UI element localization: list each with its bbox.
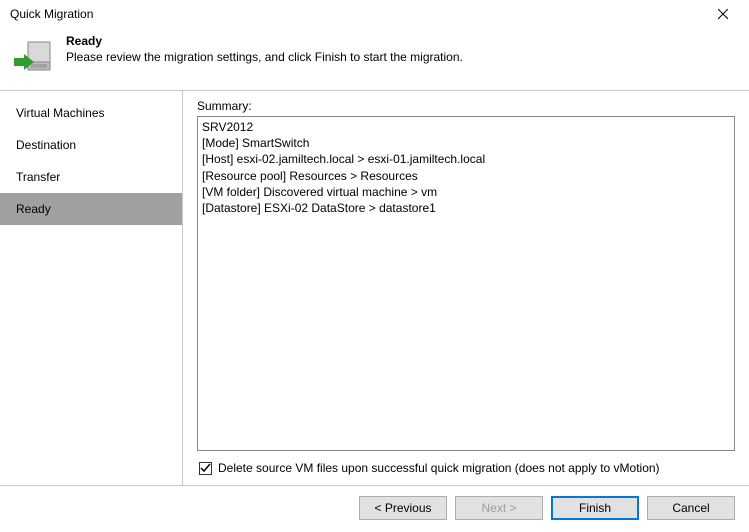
header: Ready Please review the migration settin… <box>0 28 749 90</box>
header-subtitle: Please review the migration settings, an… <box>66 50 463 64</box>
close-button[interactable] <box>701 0 745 28</box>
migration-icon <box>14 38 54 78</box>
header-text: Ready Please review the migration settin… <box>66 34 463 64</box>
body: Virtual Machines Destination Transfer Re… <box>0 91 749 485</box>
delete-source-checkbox-label: Delete source VM files upon successful q… <box>218 461 660 475</box>
delete-source-checkbox[interactable] <box>199 462 212 475</box>
nav-item-virtual-machines[interactable]: Virtual Machines <box>0 97 182 129</box>
delete-source-checkbox-row: Delete source VM files upon successful q… <box>197 451 735 479</box>
window-title: Quick Migration <box>10 7 93 21</box>
close-icon <box>718 9 728 19</box>
checkmark-icon <box>200 463 211 474</box>
previous-button[interactable]: < Previous <box>359 496 447 520</box>
wizard-window: Quick Migration Ready Please review the … <box>0 0 749 532</box>
main-panel: Summary: SRV2012 [Mode] SmartSwitch [Hos… <box>183 91 749 485</box>
titlebar: Quick Migration <box>0 0 749 28</box>
nav-item-ready[interactable]: Ready <box>0 193 182 225</box>
cancel-button[interactable]: Cancel <box>647 496 735 520</box>
nav-item-destination[interactable]: Destination <box>0 129 182 161</box>
nav-item-transfer[interactable]: Transfer <box>0 161 182 193</box>
header-title: Ready <box>66 34 463 48</box>
summary-textarea[interactable]: SRV2012 [Mode] SmartSwitch [Host] esxi-0… <box>197 116 735 451</box>
footer: < Previous Next > Finish Cancel <box>0 486 749 532</box>
finish-button[interactable]: Finish <box>551 496 639 520</box>
next-button: Next > <box>455 496 543 520</box>
summary-label: Summary: <box>197 99 735 113</box>
sidebar: Virtual Machines Destination Transfer Re… <box>0 91 182 485</box>
